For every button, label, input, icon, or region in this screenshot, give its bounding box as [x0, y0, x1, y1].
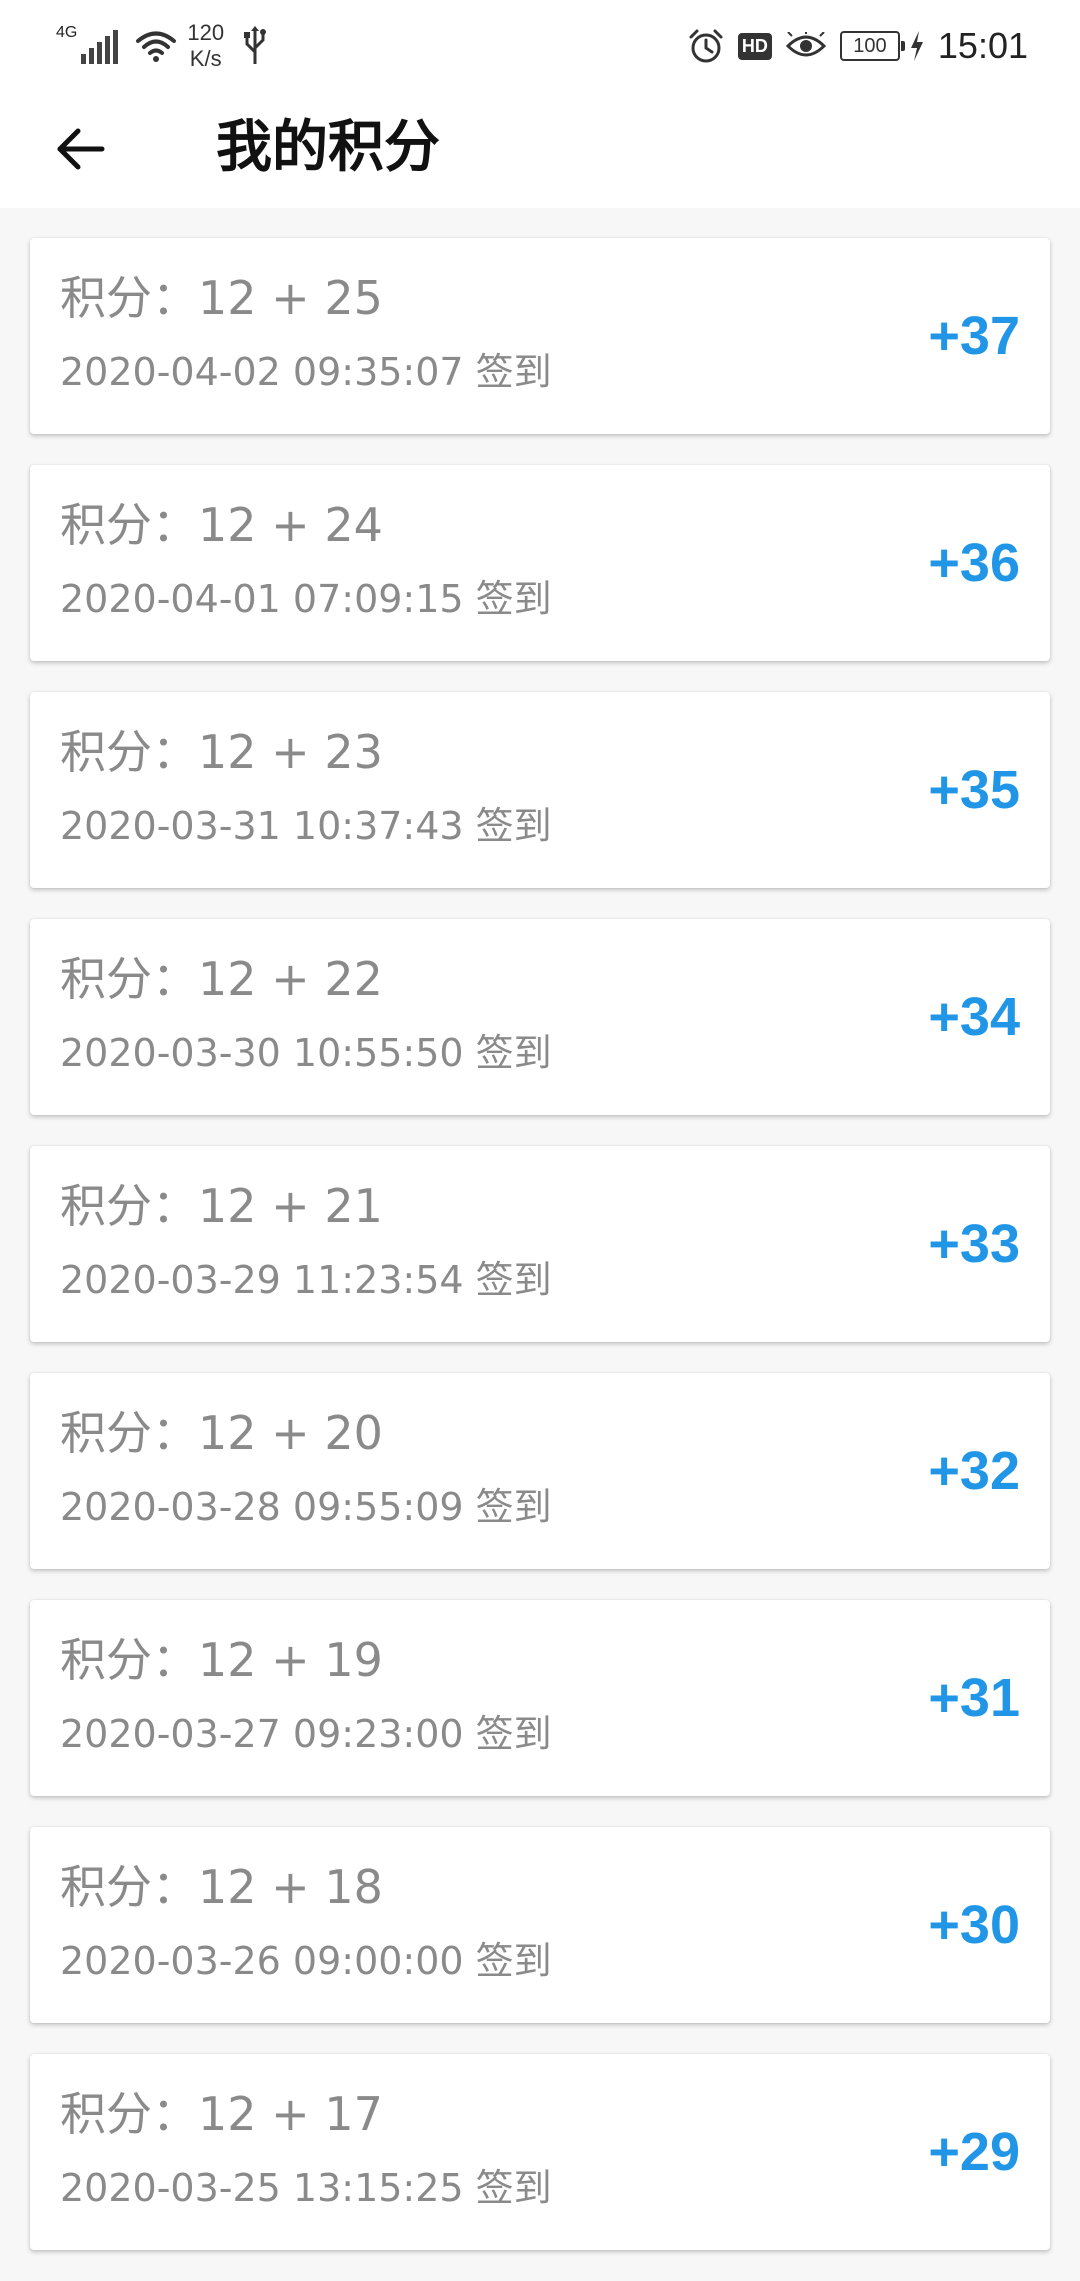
points-record-card[interactable]: 积分：12 + 21 2020-03-29 11:23:54 签到 +33 — [30, 1146, 1050, 1342]
points-formula: 积分：12 + 21 — [60, 1179, 383, 1233]
points-formula: 积分：12 + 18 — [60, 1860, 383, 1914]
network-speed: 120 K/s — [187, 20, 224, 72]
arrow-left-icon — [57, 128, 105, 170]
app-bar: 我的积分 — [0, 90, 1080, 208]
network-type: 4G — [56, 24, 78, 41]
alarm-icon — [689, 29, 723, 63]
usb-icon — [244, 26, 267, 64]
points-delta: +33 — [928, 1214, 1020, 1274]
points-delta: +31 — [928, 1668, 1020, 1728]
battery-level: 100 — [853, 35, 887, 57]
back-button[interactable] — [40, 114, 120, 184]
points-delta: +29 — [928, 2122, 1020, 2182]
checkin-time: 2020-03-28 09:55:09 签到 — [60, 1485, 552, 1529]
speed-value: 120 — [187, 20, 225, 45]
eye-icon — [785, 32, 826, 57]
points-record-card[interactable]: 积分：12 + 18 2020-03-26 09:00:00 签到 +30 — [30, 1827, 1050, 2023]
points-record-card[interactable]: 积分：12 + 20 2020-03-28 09:55:09 签到 +32 — [30, 1373, 1050, 1569]
checkin-time: 2020-03-29 11:23:54 签到 — [60, 1258, 552, 1302]
points-record-list[interactable]: 积分：12 + 25 2020-04-02 09:35:07 签到 +37 积分… — [30, 238, 1050, 2281]
points-record-card[interactable]: 积分：12 + 23 2020-03-31 10:37:43 签到 +35 — [30, 692, 1050, 888]
points-formula: 积分：12 + 20 — [60, 1406, 383, 1460]
status-bar: 4G 120 K/s HD 100 15:01 — [0, 0, 1080, 90]
status-right: HD 100 15:01 — [674, 18, 1028, 74]
checkin-time: 2020-03-25 13:15:25 签到 — [60, 2166, 552, 2210]
clock: 15:01 — [937, 25, 1028, 66]
points-formula: 积分：12 + 24 — [60, 498, 383, 552]
page-title: 我的积分 — [216, 115, 440, 180]
points-formula: 积分：12 + 19 — [60, 1633, 383, 1687]
checkin-time: 2020-04-02 09:35:07 签到 — [60, 350, 552, 394]
points-record-card[interactable]: 积分：12 + 17 2020-03-25 13:15:25 签到 +29 — [30, 2054, 1050, 2250]
checkin-time: 2020-03-27 09:23:00 签到 — [60, 1712, 552, 1756]
battery-icon: 100 — [839, 31, 905, 61]
points-delta: +37 — [928, 306, 1020, 366]
wifi-icon — [136, 31, 177, 62]
points-formula: 积分：12 + 22 — [60, 952, 383, 1006]
signal-icon — [81, 28, 121, 64]
points-delta: +32 — [928, 1441, 1020, 1501]
charging-icon — [910, 31, 923, 61]
status-left: 4G 120 K/s — [56, 18, 268, 74]
speed-unit: K/s — [189, 46, 222, 71]
points-record-card[interactable]: 积分：12 + 24 2020-04-01 07:09:15 签到 +36 — [30, 465, 1050, 661]
points-delta: +36 — [928, 533, 1020, 593]
points-record-card[interactable]: 积分：12 + 25 2020-04-02 09:35:07 签到 +37 — [30, 238, 1050, 434]
hd-icon: HD — [737, 32, 772, 60]
points-delta: +34 — [928, 987, 1020, 1047]
points-record-card[interactable]: 积分：12 + 19 2020-03-27 09:23:00 签到 +31 — [30, 1600, 1050, 1796]
points-delta: +35 — [928, 760, 1020, 820]
checkin-time: 2020-03-31 10:37:43 签到 — [60, 804, 552, 848]
points-formula: 积分：12 + 17 — [60, 2087, 383, 2141]
checkin-time: 2020-04-01 07:09:15 签到 — [60, 577, 552, 621]
points-record-card[interactable]: 积分：12 + 22 2020-03-30 10:55:50 签到 +34 — [30, 919, 1050, 1115]
checkin-time: 2020-03-30 10:55:50 签到 — [60, 1031, 552, 1075]
points-formula: 积分：12 + 25 — [60, 271, 383, 325]
points-formula: 积分：12 + 23 — [60, 725, 383, 779]
points-delta: +30 — [928, 1895, 1020, 1955]
checkin-time: 2020-03-26 09:00:00 签到 — [60, 1939, 552, 1983]
